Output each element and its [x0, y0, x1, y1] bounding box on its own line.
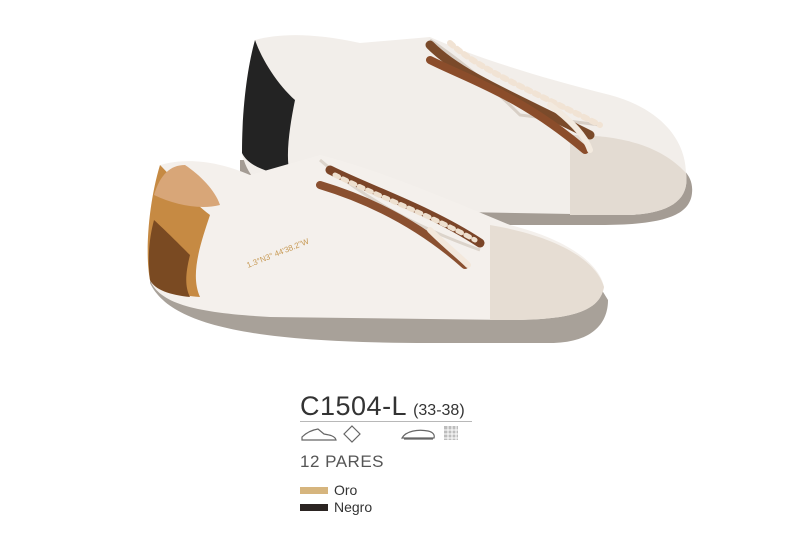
divider [300, 421, 472, 422]
color-option-negro: Negro [300, 499, 372, 515]
product-code: C1504-L [300, 391, 408, 421]
textile-grid-icon [444, 426, 458, 440]
size-range: (33-38) [413, 402, 465, 419]
color-swatch [300, 503, 328, 511]
color-option-oro: Oro [300, 482, 357, 498]
product-photo: 1.3°N3° 44'38.2"W [147, 35, 693, 343]
product-code-line: C1504-L (33-38) [300, 391, 465, 422]
diamond-icon [343, 425, 361, 443]
color-label: Negro [334, 499, 373, 515]
feature-icons [300, 425, 480, 447]
color-label: Oro [334, 482, 358, 498]
sneaker-outline-icon [301, 428, 337, 441]
shoe-sole-icon [400, 429, 435, 440]
color-swatch [300, 486, 328, 494]
pairs-count: 12 PARES [300, 452, 385, 471]
